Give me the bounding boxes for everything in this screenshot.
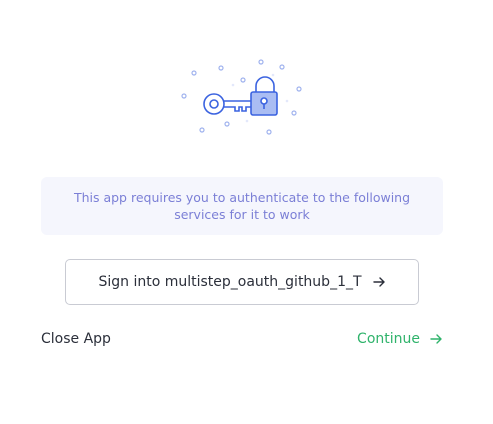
key-lock-illustration bbox=[175, 55, 310, 140]
close-app-button[interactable]: Close App bbox=[41, 331, 111, 347]
sign-in-button[interactable]: Sign into multistep_oauth_github_1_T bbox=[65, 259, 419, 305]
arrow-right-icon bbox=[372, 275, 386, 289]
arrow-right-icon bbox=[429, 332, 443, 346]
sign-in-label: Sign into multistep_oauth_github_1_T bbox=[98, 274, 362, 290]
auth-info-box: This app requires you to authenticate to… bbox=[41, 177, 443, 235]
continue-button[interactable]: Continue bbox=[357, 331, 443, 347]
continue-label: Continue bbox=[357, 331, 420, 347]
auth-info-text: This app requires you to authenticate to… bbox=[73, 190, 411, 222]
key-lock-icon bbox=[181, 59, 302, 135]
